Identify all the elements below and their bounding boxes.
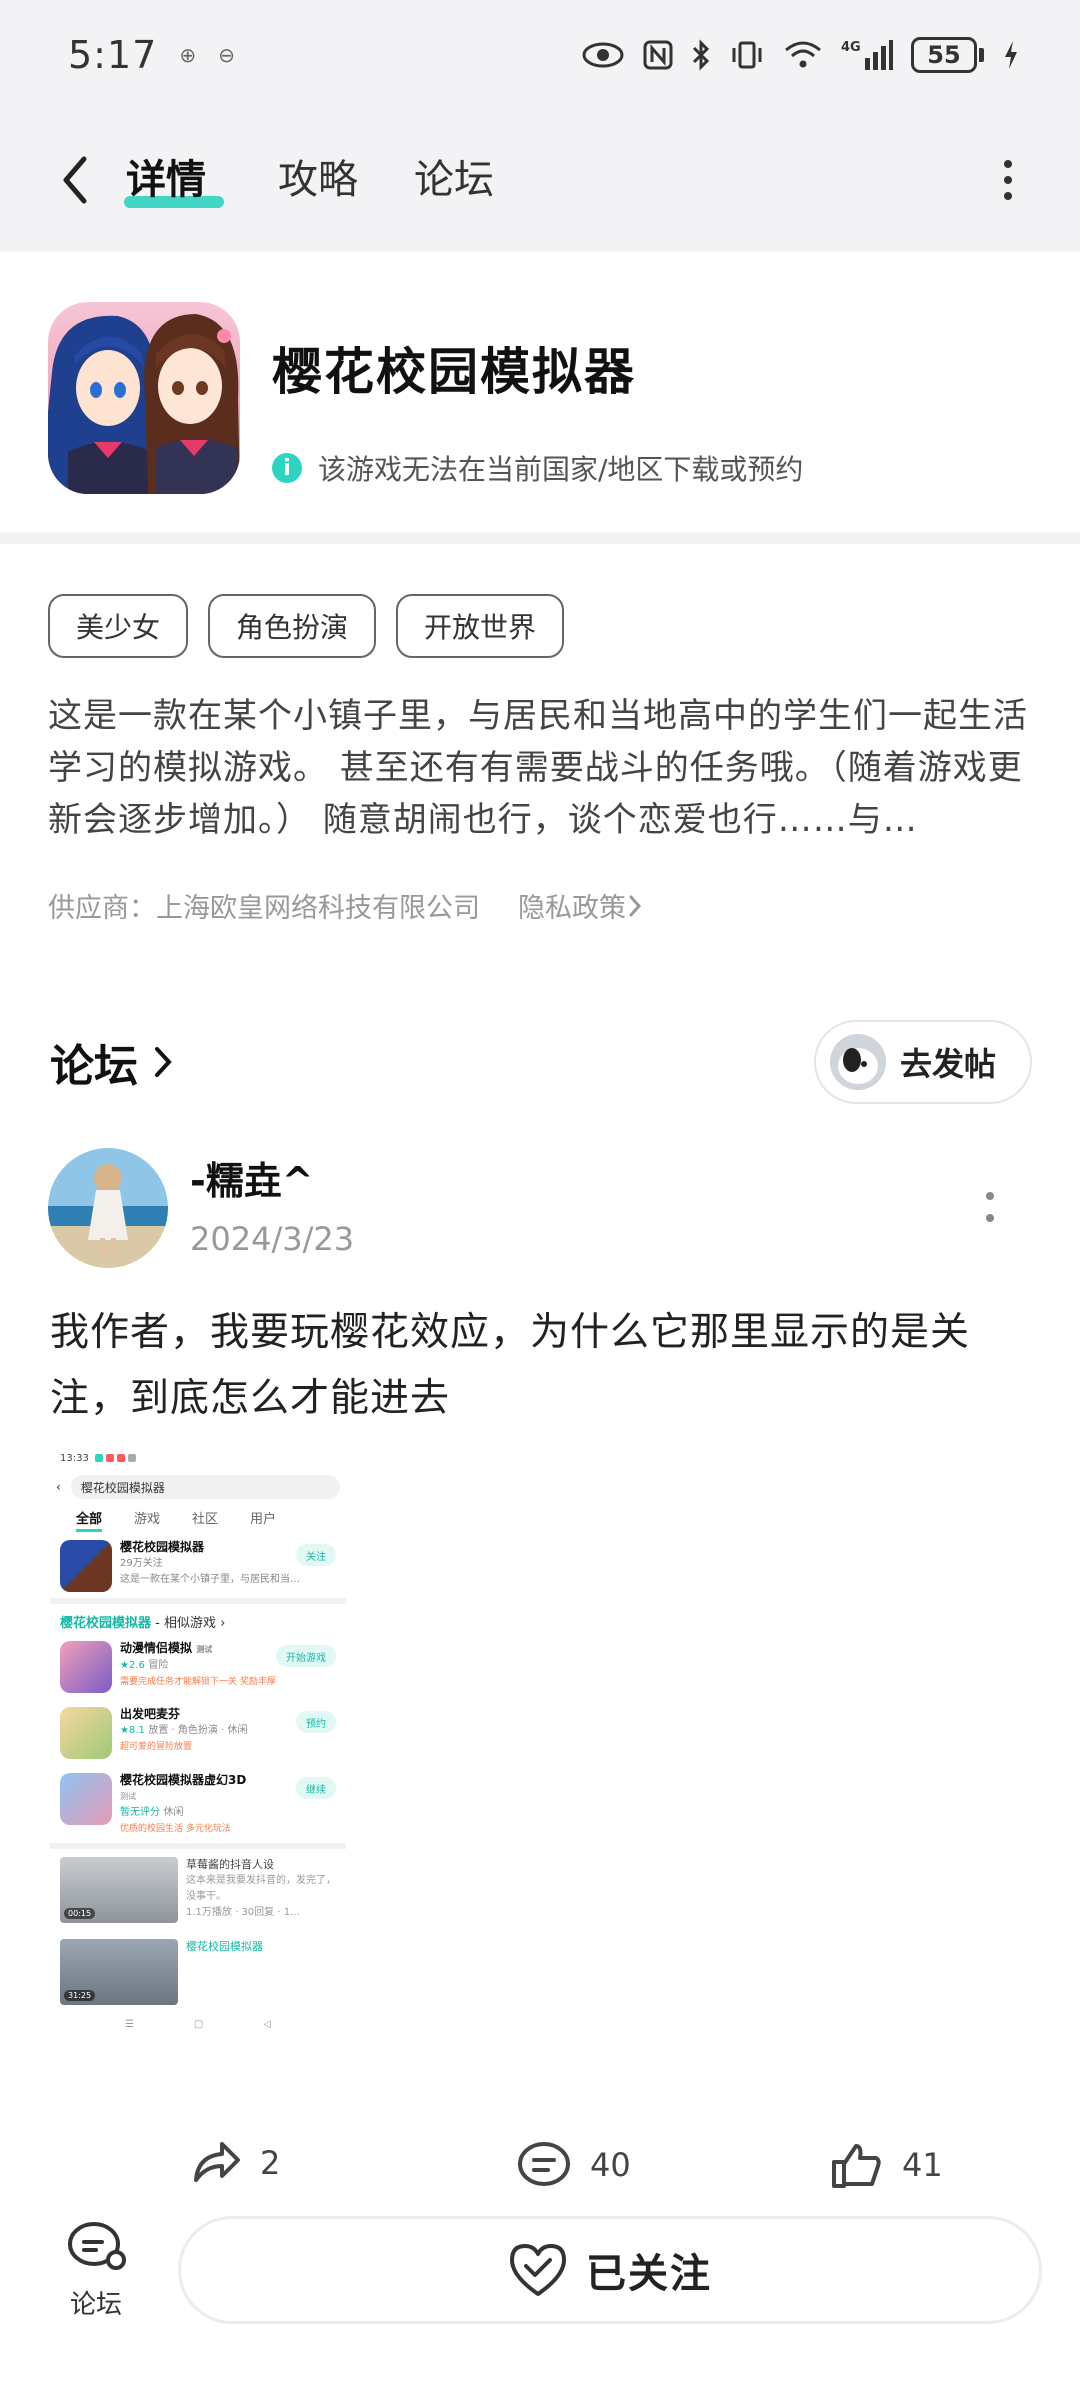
charging-icon xyxy=(1005,41,1017,69)
comment-button[interactable]: 40 xyxy=(516,2140,631,2190)
post-image-similar-header: 樱花校园模拟器 - 相似游戏 › xyxy=(60,1616,226,1631)
like-button[interactable]: 41 xyxy=(828,2140,943,2190)
availability-notice-text: 该游戏无法在当前国家/地区下载或预约 xyxy=(318,453,804,486)
heart-check-icon xyxy=(510,2244,566,2296)
post-author-avatar[interactable] xyxy=(48,1148,168,1268)
create-post-label: 去发帖 xyxy=(900,1045,997,1083)
chevron-right-icon xyxy=(155,1047,172,1077)
supplier-text: 供应商：上海欧皇网络科技有限公司 xyxy=(48,893,480,924)
wifi-icon xyxy=(785,41,821,68)
vibrate-icon xyxy=(732,41,762,69)
follow-button[interactable]: 已关注 xyxy=(178,2216,1042,2324)
status-icons: 4G 55 xyxy=(581,37,1020,73)
post-image-tabs: 全部 游戏 社区 用户 xyxy=(50,1500,346,1532)
record-icon: ⊖ xyxy=(218,43,235,67)
eye-icon xyxy=(582,42,624,68)
privacy-policy-link[interactable]: 隐私政策 xyxy=(518,886,644,925)
bottom-forum-label: 论坛 xyxy=(69,2290,122,2320)
app-title: 樱花校园模拟器 xyxy=(272,343,636,401)
tag-item[interactable]: 开放世界 xyxy=(396,594,565,658)
tab-guide[interactable]: 攻略 xyxy=(278,152,358,208)
availability-notice: i 该游戏无法在当前国家/地区下载或预约 xyxy=(272,448,803,488)
game-description[interactable]: 这是一款在某个小镇子里，与居民和当地高中的学生们一起生活学习的模拟游戏。 甚至还… xyxy=(48,690,1033,846)
tag-item[interactable]: 美少女 xyxy=(48,594,189,658)
nfc-icon xyxy=(643,40,673,70)
share-count: 2 xyxy=(260,2144,281,2182)
share-button[interactable]: 2 xyxy=(190,2140,280,2186)
share-icon xyxy=(194,2142,240,2182)
post-image[interactable]: 13:33 ‹ 樱花校园模拟器 全部 游戏 社区 用户 樱花校园模拟器 29万关… xyxy=(50,1446,346,2096)
tag-item[interactable]: 角色扮演 xyxy=(208,594,377,658)
forum-chat-icon xyxy=(68,2222,126,2270)
status-time: 5:17 xyxy=(68,33,158,77)
more-options-button[interactable] xyxy=(992,154,1024,206)
thumbs-up-icon xyxy=(832,2144,881,2188)
app-header: 樱花校园模拟器 i 该游戏无法在当前国家/地区下载或预约 xyxy=(0,252,1080,532)
top-area: 5:17 ⊕ ⊖ 4G 55 详情 攻略 论坛 xyxy=(0,0,1080,252)
privacy-policy-label: 隐私政策 xyxy=(518,893,626,924)
post-body[interactable]: 我作者，我要玩樱花效应，为什么它那里显示的是关注，到底怎么才能进去 xyxy=(50,1300,1030,1432)
back-button[interactable] xyxy=(50,152,100,208)
post-image-main-game: 樱花校园模拟器 29万关注 这是一款在某个小镇子里，与居民和当… 关注 xyxy=(50,1532,346,1598)
supplier-row: 供应商：上海欧皇网络科技有限公司 隐私政策 xyxy=(48,886,644,925)
create-post-button[interactable]: 去发帖 xyxy=(814,1020,1032,1104)
comment-count: 40 xyxy=(590,2146,631,2184)
bottom-bar: 论坛 已关注 xyxy=(0,2190,1080,2403)
my-avatar xyxy=(830,1034,886,1090)
app-icon xyxy=(48,302,240,494)
bluetooth-icon xyxy=(692,39,710,71)
forum-section-title: 论坛 xyxy=(50,1041,138,1092)
svg-text:4G: 4G xyxy=(841,40,861,55)
back-arrow-icon xyxy=(63,156,87,204)
status-bar: 5:17 ⊕ ⊖ 4G 55 xyxy=(0,0,1080,110)
game-description-text: 这是一款在某个小镇子里，与居民和当地高中的学生们一起生活学习的模拟游戏。 甚至还… xyxy=(48,696,1028,840)
follow-label: 已关注 xyxy=(586,2251,712,2297)
signal-icon: 4G xyxy=(841,40,893,70)
chevron-right-icon xyxy=(629,895,642,916)
bottom-forum-button[interactable]: 论坛 xyxy=(56,2220,136,2321)
info-icon: i xyxy=(272,453,302,483)
section-divider xyxy=(0,532,1080,544)
battery-indicator: 55 xyxy=(911,37,984,73)
post-date: 2024/3/23 xyxy=(190,1220,355,1258)
tab-details[interactable]: 详情 xyxy=(126,152,206,208)
top-navigation: 详情 攻略 论坛 xyxy=(0,130,1080,230)
tag-list: 美少女 角色扮演 开放世界 xyxy=(48,594,565,658)
post-image-search-box: 樱花校园模拟器 xyxy=(70,1475,340,1499)
tab-forum[interactable]: 论坛 xyxy=(414,152,494,208)
post-author-name[interactable]: -糯垚^ xyxy=(190,1150,314,1205)
like-count: 41 xyxy=(902,2146,943,2184)
sync-icon: ⊕ xyxy=(179,43,197,67)
post-image-status-bar: 13:33 xyxy=(50,1446,346,1470)
post-more-button[interactable] xyxy=(982,1192,998,1222)
comment-icon xyxy=(518,2142,570,2186)
forum-section-header[interactable]: 论坛 xyxy=(50,1030,174,1094)
battery-level: 55 xyxy=(911,37,977,73)
post-image-search-row: ‹ 樱花校园模拟器 xyxy=(56,1474,340,1500)
